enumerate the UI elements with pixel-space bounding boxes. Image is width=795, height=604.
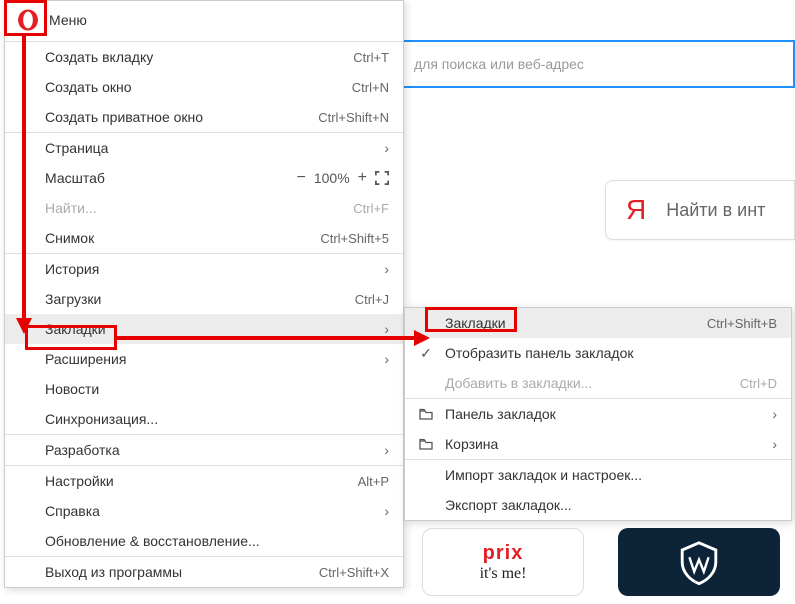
- menu-label: Справка: [45, 503, 376, 519]
- menu-label: История: [45, 261, 376, 277]
- menu-label: Снимок: [45, 230, 320, 246]
- submenu-item-show-bar[interactable]: ✓ Отобразить панель закладок: [405, 338, 791, 368]
- submenu-label: Импорт закладок и настроек...: [445, 467, 777, 483]
- menu-item-settings[interactable]: Настройки Alt+P: [5, 466, 403, 496]
- submenu-item-export[interactable]: Экспорт закладок...: [405, 490, 791, 520]
- menu-item-history[interactable]: История ›: [5, 254, 403, 284]
- submenu-item-add: Добавить в закладки... Ctrl+D: [405, 368, 791, 398]
- menu-label: Настройки: [45, 473, 358, 489]
- fullscreen-icon[interactable]: [375, 171, 389, 185]
- submenu-item-bookmarks[interactable]: Закладки Ctrl+Shift+B: [405, 308, 791, 338]
- tile-prix-sub: it's me!: [480, 565, 527, 583]
- opera-logo-icon: [17, 9, 39, 31]
- menu-item-downloads[interactable]: Загрузки Ctrl+J: [5, 284, 403, 314]
- menu-item-exit[interactable]: Выход из программы Ctrl+Shift+X: [5, 557, 403, 587]
- menu-label: Найти...: [45, 200, 353, 216]
- omnibox-placeholder: для поиска или веб-адрес: [414, 56, 584, 72]
- menu-shortcut: Ctrl+Shift+X: [319, 565, 389, 580]
- submenu-item-import[interactable]: Импорт закладок и настроек...: [405, 460, 791, 490]
- chevron-right-icon: ›: [384, 351, 389, 367]
- chevron-right-icon: ›: [384, 140, 389, 156]
- zoom-in-button[interactable]: +: [358, 169, 367, 187]
- menu-item-sync[interactable]: Синхронизация...: [5, 404, 403, 434]
- menu-item-help[interactable]: Справка ›: [5, 496, 403, 526]
- menu-label: Расширения: [45, 351, 376, 367]
- submenu-label: Панель закладок: [445, 406, 764, 422]
- menu-item-new-tab[interactable]: Создать вкладку Ctrl+T: [5, 42, 403, 72]
- submenu-label: Добавить в закладки...: [445, 375, 740, 391]
- speed-dial-tile-wg[interactable]: [618, 528, 780, 596]
- menu-item-dev[interactable]: Разработка ›: [5, 435, 403, 465]
- menu-item-bookmarks[interactable]: Закладки ›: [5, 314, 403, 344]
- zoom-value: 100%: [314, 170, 350, 186]
- menu-shortcut: Ctrl+T: [353, 50, 389, 65]
- menu-item-page[interactable]: Страница ›: [5, 133, 403, 163]
- submenu-shortcut: Ctrl+D: [740, 376, 777, 391]
- menu-label: Разработка: [45, 442, 376, 458]
- chevron-right-icon: ›: [384, 503, 389, 519]
- chevron-right-icon: ›: [384, 321, 389, 337]
- menu-item-update[interactable]: Обновление & восстановление...: [5, 526, 403, 556]
- zoom-out-button[interactable]: −: [297, 169, 306, 187]
- menu-item-zoom: Масштаб − 100% +: [5, 163, 403, 193]
- chevron-right-icon: ›: [772, 406, 777, 422]
- yandex-search-widget[interactable]: Я Найти в инт: [605, 180, 795, 240]
- menu-title: Меню: [49, 12, 87, 28]
- chevron-right-icon: ›: [384, 442, 389, 458]
- menu-shortcut: Ctrl+Shift+N: [318, 110, 389, 125]
- menu-label: Закладки: [45, 321, 376, 337]
- menu-shortcut: Ctrl+F: [353, 201, 389, 216]
- submenu-shortcut: Ctrl+Shift+B: [707, 316, 777, 331]
- folder-icon: [417, 438, 435, 450]
- menu-label: Синхронизация...: [45, 411, 389, 427]
- menu-item-find: Найти... Ctrl+F: [5, 193, 403, 223]
- speed-dial-tile-prix[interactable]: prix it's me!: [422, 528, 584, 596]
- menu-item-news[interactable]: Новости: [5, 374, 403, 404]
- menu-label: Новости: [45, 381, 389, 397]
- menu-label: Выход из программы: [45, 564, 319, 580]
- shield-icon: [675, 538, 723, 586]
- menu-label: Страница: [45, 140, 376, 156]
- omnibox[interactable]: для поиска или веб-адрес: [404, 40, 795, 88]
- yandex-label: Найти в инт: [666, 200, 765, 221]
- menu-shortcut: Ctrl+J: [355, 292, 389, 307]
- menu-item-new-window[interactable]: Создать окно Ctrl+N: [5, 72, 403, 102]
- menu-label: Создать вкладку: [45, 49, 353, 65]
- submenu-label: Экспорт закладок...: [445, 497, 777, 513]
- opera-main-menu: Меню Создать вкладку Ctrl+T Создать окно…: [4, 0, 404, 588]
- menu-label: Загрузки: [45, 291, 355, 307]
- menu-label: Обновление & восстановление...: [45, 533, 389, 549]
- submenu-item-trash[interactable]: Корзина ›: [405, 429, 791, 459]
- chevron-right-icon: ›: [384, 261, 389, 277]
- menu-header: Меню: [5, 1, 403, 41]
- submenu-item-bar[interactable]: Панель закладок ›: [405, 399, 791, 429]
- folder-icon: [417, 408, 435, 420]
- submenu-label: Закладки: [445, 315, 707, 331]
- menu-label: Создать окно: [45, 79, 352, 95]
- menu-item-snapshot[interactable]: Снимок Ctrl+Shift+5: [5, 223, 403, 253]
- bookmarks-submenu: Закладки Ctrl+Shift+B ✓ Отобразить панел…: [404, 307, 792, 521]
- yandex-logo-icon: Я: [626, 194, 646, 226]
- menu-shortcut: Ctrl+N: [352, 80, 389, 95]
- menu-label: Масштаб: [45, 170, 297, 186]
- menu-shortcut: Ctrl+Shift+5: [320, 231, 389, 246]
- submenu-label: Отобразить панель закладок: [445, 345, 777, 361]
- menu-label: Создать приватное окно: [45, 109, 318, 125]
- tile-prix-text: prix: [483, 542, 524, 565]
- menu-item-extensions[interactable]: Расширения ›: [5, 344, 403, 374]
- check-icon: ✓: [417, 345, 435, 362]
- chevron-right-icon: ›: [772, 436, 777, 452]
- menu-shortcut: Alt+P: [358, 474, 389, 489]
- menu-item-new-private[interactable]: Создать приватное окно Ctrl+Shift+N: [5, 102, 403, 132]
- submenu-label: Корзина: [445, 436, 764, 452]
